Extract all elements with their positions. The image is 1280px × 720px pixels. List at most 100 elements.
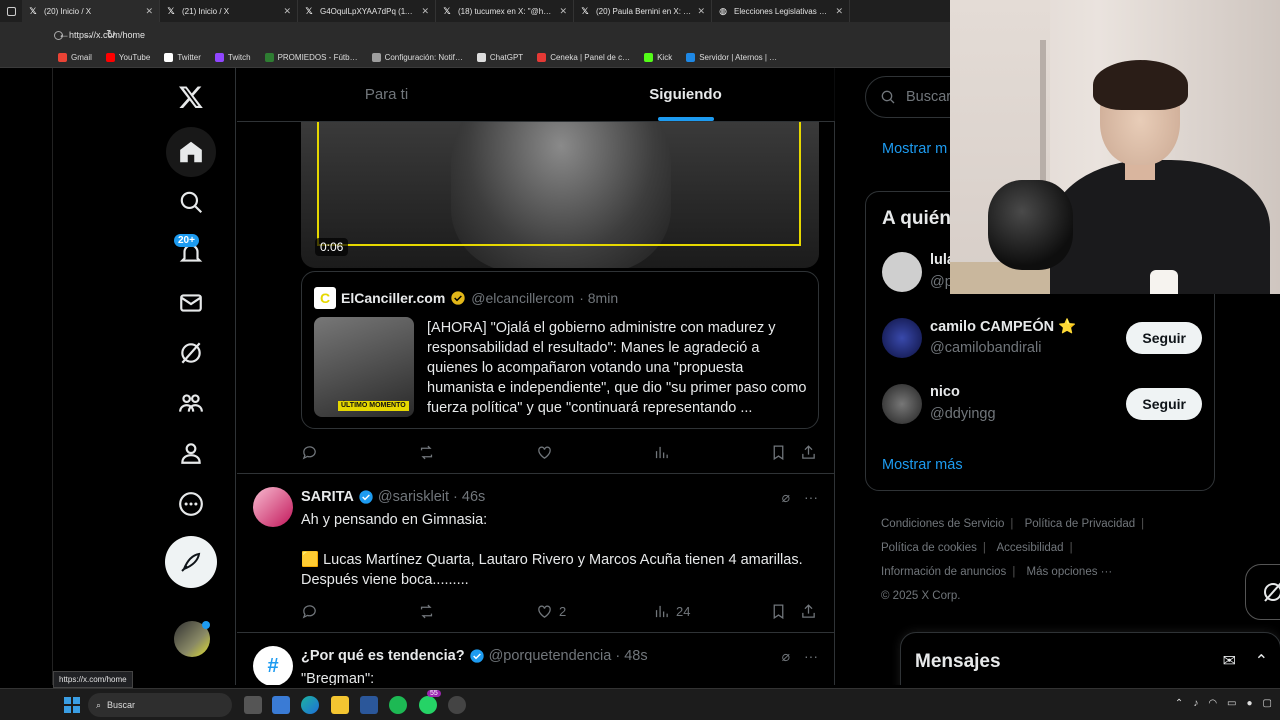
whatsapp-icon[interactable]: 55 [419,690,441,714]
close-tab-icon[interactable]: ✕ [421,6,429,17]
bookmark-twitch[interactable]: Twitch [214,53,251,62]
volume-icon[interactable]: ♪ [1193,698,1198,709]
follow-button[interactable]: Seguir [1126,322,1202,354]
terms-link[interactable]: Condiciones de Servicio [881,518,1004,530]
close-tab-icon[interactable]: ✕ [283,6,291,17]
browser-tab[interactable]: 𝕏 (18) tucumex en X: "@hail_… ✕ [436,0,574,22]
bookmark-youtube[interactable]: YouTube [105,53,150,62]
bookmark-kick[interactable]: Kick [644,53,672,62]
more-options-link[interactable]: Más opciones ··· [1027,566,1113,578]
tweet-author-name[interactable]: SARITA [301,489,354,505]
tab-actions-icon[interactable] [0,0,22,22]
reload-icon[interactable]: ↻ [106,27,116,41]
expand-icon[interactable]: ⌃ [1255,651,1268,671]
communities-icon[interactable] [166,378,216,428]
ads-info-link[interactable]: Información de anuncios [881,566,1006,578]
grok-icon[interactable]: ⌀ [782,648,790,665]
bookmark-gmail[interactable]: Gmail [58,53,92,62]
reply-icon[interactable] [301,444,318,461]
edge-icon[interactable] [301,696,319,714]
views-button[interactable]: 24 [653,603,690,620]
browser-tab[interactable]: 𝕏 (21) Inicio / X ✕ [160,0,298,22]
more-icon[interactable]: ··· [804,648,818,665]
bookmark-promiedos[interactable]: PROMIEDOS - Fútb… [264,53,358,62]
bookmark-chatgpt[interactable]: ChatGPT [476,53,523,62]
forward-icon[interactable]: → [82,27,94,41]
follow-suggestion[interactable]: camilo CAMPEÓN ⭐ @camilobandirali Seguir [882,316,1202,360]
wifi-icon[interactable]: ◠ [1208,698,1217,709]
word-icon[interactable] [360,696,378,714]
more-options-icon[interactable] [166,479,216,529]
like-button[interactable]: 2 [536,603,566,620]
cookies-link[interactable]: Política de cookies [881,542,977,554]
tab-siguiendo[interactable]: Siguiendo [536,68,835,121]
file-explorer-icon[interactable] [331,696,349,714]
hashtag-avatar-icon[interactable]: # [253,646,293,685]
share-icon[interactable] [800,603,817,620]
close-tab-icon[interactable]: ✕ [697,6,705,17]
browser-tab[interactable]: ◍ Elecciones Legislativas 2025 ✕ [712,0,850,22]
show-more-link[interactable]: Mostrar m [882,141,947,157]
bookmark-icon[interactable] [770,603,787,620]
close-tab-icon[interactable]: ✕ [835,6,843,17]
suggestion-avatar[interactable] [882,252,922,292]
close-tab-icon[interactable]: ✕ [145,6,153,17]
quoted-tweet[interactable]: C ElCanciller.com @elcancillercom · 8min… [301,271,819,429]
grok-floating-button[interactable] [1245,564,1280,620]
bookmark-config[interactable]: Configuración: Notif… [371,53,463,62]
browser-tab[interactable]: 𝕏 G4OqulLpXYAA7dPq (1152… ✕ [298,0,436,22]
tweet-text: 🟨 Lucas Martínez Quarta, Lautaro Rivero … [301,552,803,588]
notifications-tray-icon[interactable]: ▢ [1263,698,1272,709]
taskbar-search[interactable]: ⌕ Buscar [88,693,232,717]
grok-icon[interactable] [166,328,216,378]
browser-tab[interactable]: 𝕏 (20) Inicio / X ✕ [22,0,160,22]
search-icon[interactable] [166,177,216,227]
mic-icon[interactable]: ● [1247,698,1253,709]
accessibility-link[interactable]: Accesibilidad [996,542,1063,554]
bookmark-icon[interactable] [770,444,787,461]
messages-drawer[interactable]: Mensajes ✉ ⌃ [900,632,1280,685]
home-icon[interactable] [166,127,216,177]
more-icon[interactable]: ··· [804,489,818,506]
tweet-avatar[interactable] [253,487,293,527]
grok-icon[interactable]: ⌀ [782,489,790,506]
share-icon[interactable] [800,444,817,461]
bookmark-twitter[interactable]: Twitter [164,53,201,62]
battery-icon[interactable]: ▭ [1227,698,1236,709]
x-logo-icon[interactable] [166,72,216,122]
views-icon[interactable] [653,444,670,461]
quoted-author-name[interactable]: ElCanciller.com [341,290,445,306]
privacy-link[interactable]: Política de Privacidad [1025,518,1136,530]
x-logo-icon: 𝕏 [443,6,451,16]
task-view-icon[interactable] [244,696,262,714]
profile-icon[interactable] [166,428,216,478]
show-more-link[interactable]: Mostrar más [882,457,963,473]
suggestion-avatar[interactable] [882,318,922,358]
bookmark-aternos[interactable]: Servidor | Aternos | … [686,53,777,62]
back-icon[interactable]: ← [58,27,70,41]
new-message-icon[interactable]: ✉ [1223,651,1236,671]
compose-post-button[interactable] [165,536,217,588]
tweet-video[interactable]: 0:06 [301,122,819,268]
spotify-icon[interactable] [389,696,407,714]
chevron-up-icon[interactable]: ⌃ [1175,698,1183,709]
tweet-author-name[interactable]: ¿Por qué es tendencia? [301,648,465,664]
repost-icon[interactable] [418,444,435,461]
messages-icon[interactable] [166,278,216,328]
account-avatar[interactable] [174,621,210,657]
windows-start-icon[interactable] [64,697,80,713]
follow-suggestion[interactable]: nico @ddyingg Seguir [882,382,1202,426]
close-tab-icon[interactable]: ✕ [559,6,567,17]
globe-icon: ◍ [719,6,727,16]
browser-tab[interactable]: 𝕏 (20) Paula Bernini en X: "GA… ✕ [574,0,712,22]
reply-icon[interactable] [301,603,318,620]
notifications-icon[interactable]: 20+ [166,228,216,278]
repost-icon[interactable] [418,603,435,620]
app-icon[interactable] [272,696,290,714]
suggestion-avatar[interactable] [882,384,922,424]
follow-button[interactable]: Seguir [1126,388,1202,420]
tab-para-ti[interactable]: Para ti [237,68,536,121]
chrome-icon[interactable] [448,696,466,714]
bookmark-ceneka[interactable]: Ceneka | Panel de c… [537,53,630,62]
like-icon[interactable] [536,444,553,461]
